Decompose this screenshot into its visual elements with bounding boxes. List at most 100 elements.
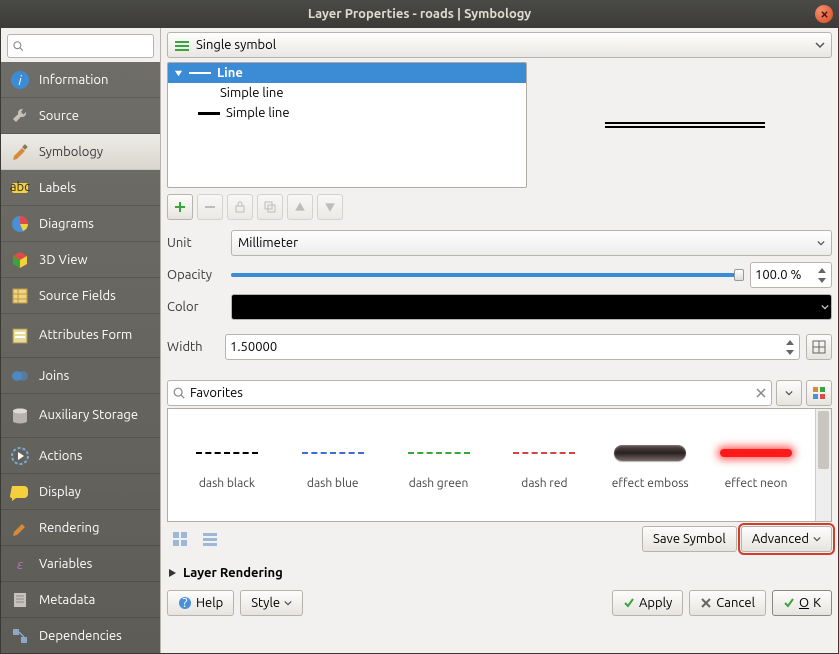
sidebar-item-dependencies[interactable]: Dependencies bbox=[1, 618, 160, 653]
sidebar-item-symbology[interactable]: Symbology bbox=[1, 134, 160, 170]
opacity-label: Opacity bbox=[167, 268, 225, 282]
apply-button[interactable]: Apply bbox=[612, 590, 683, 616]
move-down-button[interactable] bbox=[317, 194, 343, 220]
help-button[interactable]: ?Help bbox=[167, 590, 234, 616]
spin-up-icon[interactable] bbox=[783, 337, 797, 347]
duplicate-layer-button[interactable] bbox=[257, 194, 283, 220]
sidebar-item-sourcefields[interactable]: Source Fields bbox=[1, 278, 160, 314]
x-icon bbox=[700, 597, 712, 609]
symbol-cell[interactable]: dash blue bbox=[280, 415, 386, 515]
emboss-swatch-icon bbox=[614, 445, 686, 461]
symbol-cell[interactable]: dash red bbox=[491, 415, 597, 515]
fields-icon bbox=[9, 285, 31, 307]
remove-layer-button[interactable] bbox=[197, 194, 223, 220]
sidebar-search[interactable] bbox=[7, 34, 154, 58]
sidebar-item-label: Actions bbox=[39, 449, 82, 463]
help-icon: ? bbox=[178, 596, 192, 610]
lock-layer-button[interactable] bbox=[227, 194, 253, 220]
nav-list: i Information Source Symbology abc Label… bbox=[1, 62, 160, 653]
width-spinbox[interactable]: 1.50000 bbox=[225, 334, 800, 360]
color-picker[interactable] bbox=[231, 294, 832, 320]
icon-view-button[interactable] bbox=[167, 526, 193, 552]
sidebar-search-input[interactable] bbox=[28, 39, 149, 53]
display-icon bbox=[9, 481, 31, 503]
sidebar-item-label: Attributes Form bbox=[39, 328, 132, 342]
tree-row-label: Simple line bbox=[220, 86, 284, 100]
sidebar-item-label: Variables bbox=[39, 557, 92, 571]
slider-thumb[interactable] bbox=[734, 269, 744, 281]
renderer-label: Single symbol bbox=[196, 38, 815, 52]
lock-icon bbox=[233, 200, 247, 214]
sidebar-item-joins[interactable]: Joins bbox=[1, 358, 160, 394]
renderer-combo[interactable]: Single symbol bbox=[167, 32, 832, 58]
layer-rendering-toggle[interactable]: Layer Rendering bbox=[167, 566, 832, 580]
wrench-icon bbox=[9, 105, 31, 127]
sidebar-item-label: Diagrams bbox=[39, 217, 94, 231]
favorites-menu-button[interactable] bbox=[776, 380, 802, 406]
save-symbol-button[interactable]: Save Symbol bbox=[642, 526, 737, 552]
advanced-button[interactable]: Advanced bbox=[741, 526, 832, 552]
search-icon bbox=[12, 39, 24, 53]
sidebar: i Information Source Symbology abc Label… bbox=[1, 28, 161, 653]
variables-icon: ε bbox=[9, 553, 31, 575]
diagrams-icon bbox=[9, 213, 31, 235]
sidebar-item-label: Metadata bbox=[39, 593, 95, 607]
clear-search-icon[interactable] bbox=[755, 387, 767, 399]
opacity-spinbox[interactable]: 100.0 % bbox=[750, 262, 832, 288]
tree-row-child[interactable]: Simple line bbox=[168, 83, 526, 103]
spin-up-icon[interactable] bbox=[815, 265, 829, 275]
close-button[interactable] bbox=[815, 5, 833, 23]
sidebar-item-auxstorage[interactable]: Auxiliary Storage bbox=[1, 394, 160, 438]
symbol-layer-tree[interactable]: Line Simple line Simple line bbox=[167, 62, 527, 188]
favorites-search[interactable] bbox=[167, 380, 772, 406]
tree-row-root[interactable]: Line bbox=[168, 63, 526, 83]
sidebar-item-labels[interactable]: abc Labels bbox=[1, 170, 160, 206]
dependencies-icon bbox=[9, 625, 31, 647]
scrollbar-thumb[interactable] bbox=[818, 411, 829, 469]
data-defined-button[interactable] bbox=[806, 334, 832, 360]
opacity-slider[interactable] bbox=[231, 268, 744, 282]
style-manager-button[interactable] bbox=[806, 380, 832, 406]
move-up-button[interactable] bbox=[287, 194, 313, 220]
symbol-cell[interactable]: dash black bbox=[174, 415, 280, 515]
chevron-down-icon bbox=[815, 40, 825, 50]
sidebar-item-source[interactable]: Source bbox=[1, 98, 160, 134]
sidebar-item-actions[interactable]: Actions bbox=[1, 438, 160, 474]
sidebar-item-label: Auxiliary Storage bbox=[39, 408, 138, 422]
sidebar-item-display[interactable]: Display bbox=[1, 474, 160, 510]
unit-combo[interactable]: Millimeter bbox=[231, 230, 832, 256]
style-button[interactable]: Style bbox=[240, 590, 303, 616]
gallery-scrollbar[interactable] bbox=[815, 409, 831, 521]
sidebar-item-attributesform[interactable]: Attributes Form bbox=[1, 314, 160, 358]
sidebar-item-information[interactable]: i Information bbox=[1, 62, 160, 98]
ok-button[interactable]: OK bbox=[772, 590, 832, 616]
symbol-cell[interactable]: effect emboss bbox=[597, 415, 703, 515]
symbol-cell[interactable]: dash green bbox=[386, 415, 492, 515]
minus-icon bbox=[203, 200, 217, 214]
list-view-icon bbox=[202, 531, 218, 547]
cancel-button[interactable]: Cancel bbox=[689, 590, 766, 616]
list-view-button[interactable] bbox=[197, 526, 223, 552]
dash-swatch-icon bbox=[196, 452, 258, 454]
plus-icon bbox=[173, 200, 187, 214]
tree-row-child[interactable]: Simple line bbox=[168, 103, 526, 123]
add-layer-button[interactable] bbox=[167, 194, 193, 220]
sidebar-item-label: Source Fields bbox=[39, 289, 116, 303]
sidebar-item-variables[interactable]: ε Variables bbox=[1, 546, 160, 582]
sidebar-item-metadata[interactable]: Metadata bbox=[1, 582, 160, 618]
sidebar-item-3dview[interactable]: 3D View bbox=[1, 242, 160, 278]
favorites-search-input[interactable] bbox=[190, 386, 751, 400]
sidebar-item-label: Dependencies bbox=[39, 629, 122, 643]
sidebar-item-rendering[interactable]: Rendering bbox=[1, 510, 160, 546]
unit-label: Unit bbox=[167, 236, 225, 250]
symbol-cell[interactable]: effect neon bbox=[703, 415, 809, 515]
window-title: Layer Properties - roads | Symbology bbox=[8, 7, 831, 21]
spin-down-icon[interactable] bbox=[783, 347, 797, 357]
neon-swatch-icon bbox=[720, 449, 792, 457]
data-defined-icon bbox=[811, 339, 827, 355]
sidebar-item-diagrams[interactable]: Diagrams bbox=[1, 206, 160, 242]
sidebar-item-label: Symbology bbox=[39, 145, 103, 159]
sidebar-item-label: Source bbox=[39, 109, 79, 123]
spin-down-icon[interactable] bbox=[815, 275, 829, 285]
dash-swatch-icon bbox=[302, 452, 364, 454]
